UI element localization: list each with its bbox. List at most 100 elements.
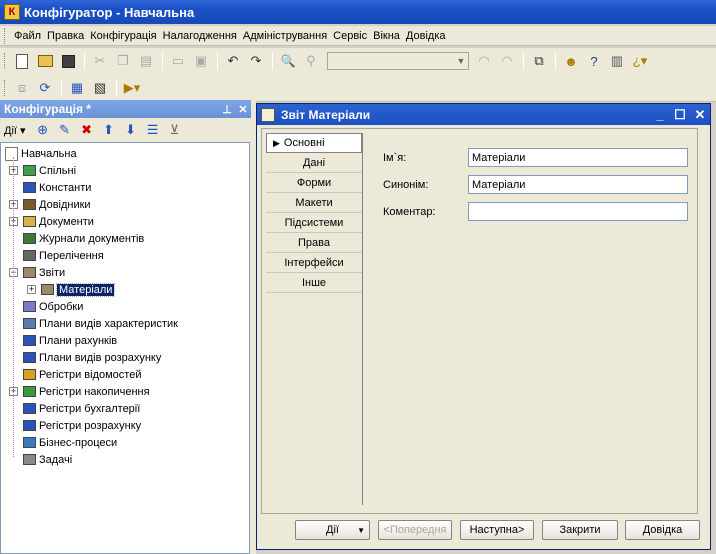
menu-service[interactable]: Сервіс <box>330 30 370 42</box>
sort-button[interactable]: ☰ <box>142 122 164 138</box>
tree-item[interactable]: + Спільні <box>9 162 76 179</box>
tree-item[interactable]: Плани рахунків <box>23 332 117 349</box>
menu-help[interactable]: Довідка <box>403 30 449 42</box>
comment-input[interactable] <box>468 202 688 221</box>
find-button[interactable]: 🔍 <box>277 51 299 71</box>
help-dropdown-button[interactable]: ¿▾ <box>629 51 651 71</box>
tab-subsystems[interactable]: Підсистеми <box>266 213 362 233</box>
menu-administration[interactable]: Адміністрування <box>240 30 330 42</box>
menu-edit[interactable]: Правка <box>44 30 87 42</box>
next-button[interactable]: Наступна> <box>460 520 534 540</box>
tree-item[interactable]: Бізнес-процеси <box>23 434 117 451</box>
new-document-button[interactable] <box>11 51 33 71</box>
tasks-icon <box>23 454 36 465</box>
report-window-buttons: Дії ▼ <Попередня Наступна> Закрити Довідк… <box>257 520 712 544</box>
move-up-button[interactable]: ⬆ <box>98 122 120 138</box>
report-window-titlebar[interactable]: Звіт Матеріали _ ☐ ✕ <box>257 104 710 125</box>
tree-item-label: Матеріали <box>55 282 116 297</box>
close-icon[interactable]: ✕ <box>235 103 251 116</box>
actions-button[interactable]: Дії ▼ <box>295 520 370 540</box>
add-item-button[interactable]: ⊕ <box>32 122 54 138</box>
tab-main[interactable]: ▶ Основні <box>266 133 362 153</box>
tree-item[interactable]: + Матеріали <box>27 281 116 298</box>
run-debug-button[interactable]: ▶▾ <box>121 78 143 98</box>
edit-item-button[interactable]: ✎ <box>54 122 76 138</box>
help-button[interactable]: Довідка <box>625 520 700 540</box>
name-input[interactable] <box>468 148 688 167</box>
tab-interfaces[interactable]: Інтерфейси <box>266 253 362 273</box>
tree-root[interactable]: Навчальна <box>5 145 77 162</box>
synonym-input[interactable] <box>468 175 688 194</box>
compare-icon: ⧈ <box>17 79 27 95</box>
tree-item[interactable]: Перелічення <box>23 247 104 264</box>
tree-item[interactable]: Журнали документів <box>23 230 144 247</box>
toolbar-grip[interactable] <box>4 53 7 69</box>
database-icon: ▦ <box>70 79 84 95</box>
tab-other[interactable]: Інше <box>266 273 362 293</box>
menu-file[interactable]: Файл <box>11 30 44 42</box>
update-config-button[interactable]: ⟳ <box>34 78 56 98</box>
tree-item[interactable]: Задачі <box>23 451 72 468</box>
tree-item[interactable]: Плани видів характеристик <box>23 315 178 332</box>
tree-item[interactable]: Плани видів розрахунку <box>23 349 161 366</box>
tree-item[interactable]: Обробки <box>23 298 83 315</box>
pin-icon[interactable]: ⊥ <box>219 103 235 116</box>
tab-forms[interactable]: Форми <box>266 173 362 193</box>
db-update-button[interactable]: ▦ <box>66 78 88 98</box>
name-field-row: Ім`я: <box>383 148 688 167</box>
syntax-helper-button[interactable]: ▥ <box>606 51 628 71</box>
maximize-button[interactable]: ☐ <box>670 107 690 123</box>
tab-data[interactable]: Дані <box>266 153 362 173</box>
copy-button[interactable]: ❐ <box>112 51 134 71</box>
previous-button[interactable]: <Попередня <box>378 520 452 540</box>
help-search-button[interactable]: ? <box>583 51 605 71</box>
expand-icon[interactable]: + <box>27 285 36 294</box>
report-editor-body: ▶ Основні Дані Форми Макети Підсистеми Пр… <box>261 128 698 514</box>
cut-button[interactable]: ✂ <box>89 51 111 71</box>
secondary-toolbar: ⧈ ⟳ ▦ ▧ ▶▾ <box>0 74 716 102</box>
tree-item[interactable]: − Звіти <box>9 264 65 281</box>
tab-rights[interactable]: Права <box>266 233 362 253</box>
tab-templates[interactable]: Макети <box>266 193 362 213</box>
tree-item[interactable]: Регістри відомостей <box>23 366 141 383</box>
tree-item[interactable]: Регістри бухгалтерії <box>23 400 140 417</box>
toolbar-separator <box>272 52 273 70</box>
assistant-button[interactable]: ☻ <box>560 51 582 71</box>
close-dialog-button[interactable]: Закрити <box>542 520 618 540</box>
menubar-grip[interactable] <box>4 27 7 44</box>
windows-button[interactable]: ⧉ <box>528 51 550 71</box>
menu-windows[interactable]: Вікна <box>370 30 403 42</box>
menu-configuration[interactable]: Конфігурація <box>87 30 159 42</box>
find-next-button[interactable]: ⚲ <box>300 51 322 71</box>
accum-registers-icon <box>23 386 36 397</box>
tree-item[interactable]: Константи <box>23 179 91 196</box>
search-combo[interactable]: ▼ <box>327 52 469 70</box>
undo-button[interactable]: ↶ <box>222 51 244 71</box>
search-prev-button[interactable]: ◠ <box>473 51 495 71</box>
documents-icon <box>23 216 36 227</box>
app-titlebar[interactable]: К Конфігуратор - Навчальна <box>0 0 716 24</box>
minimize-button[interactable]: _ <box>650 107 670 122</box>
filter-button[interactable]: ⊻ <box>164 122 186 138</box>
close-button[interactable]: ✕ <box>690 107 710 123</box>
designer-button[interactable]: ▧ <box>89 78 111 98</box>
tree-item[interactable]: Регістри розрахунку <box>23 417 141 434</box>
menu-debug[interactable]: Налагодження <box>160 30 240 42</box>
paste-button[interactable]: ▤ <box>135 51 157 71</box>
search-next-button[interactable]: ◠ <box>496 51 518 71</box>
redo-button[interactable]: ↷ <box>245 51 267 71</box>
configuration-tree[interactable]: Навчальна + Спільні Константи + Довідники + До… <box>0 142 250 554</box>
toolbar-grip[interactable] <box>4 79 7 96</box>
save-button[interactable] <box>57 51 79 71</box>
tree-item[interactable]: + Регістри накопичення <box>9 383 150 400</box>
preview-button[interactable]: ▣ <box>190 51 212 71</box>
delete-item-button[interactable]: ✖ <box>76 122 98 138</box>
move-down-button[interactable]: ⬇ <box>120 122 142 138</box>
tree-item[interactable]: + Документи <box>9 213 94 230</box>
panel-actions-menu[interactable]: Дії ▾ <box>4 124 32 137</box>
open-button[interactable] <box>34 51 56 71</box>
tree-item-label: Задачі <box>39 453 73 466</box>
compare-button[interactable]: ⧈ <box>11 78 33 98</box>
print-button[interactable]: ▭ <box>167 51 189 71</box>
tree-item[interactable]: + Довідники <box>9 196 91 213</box>
